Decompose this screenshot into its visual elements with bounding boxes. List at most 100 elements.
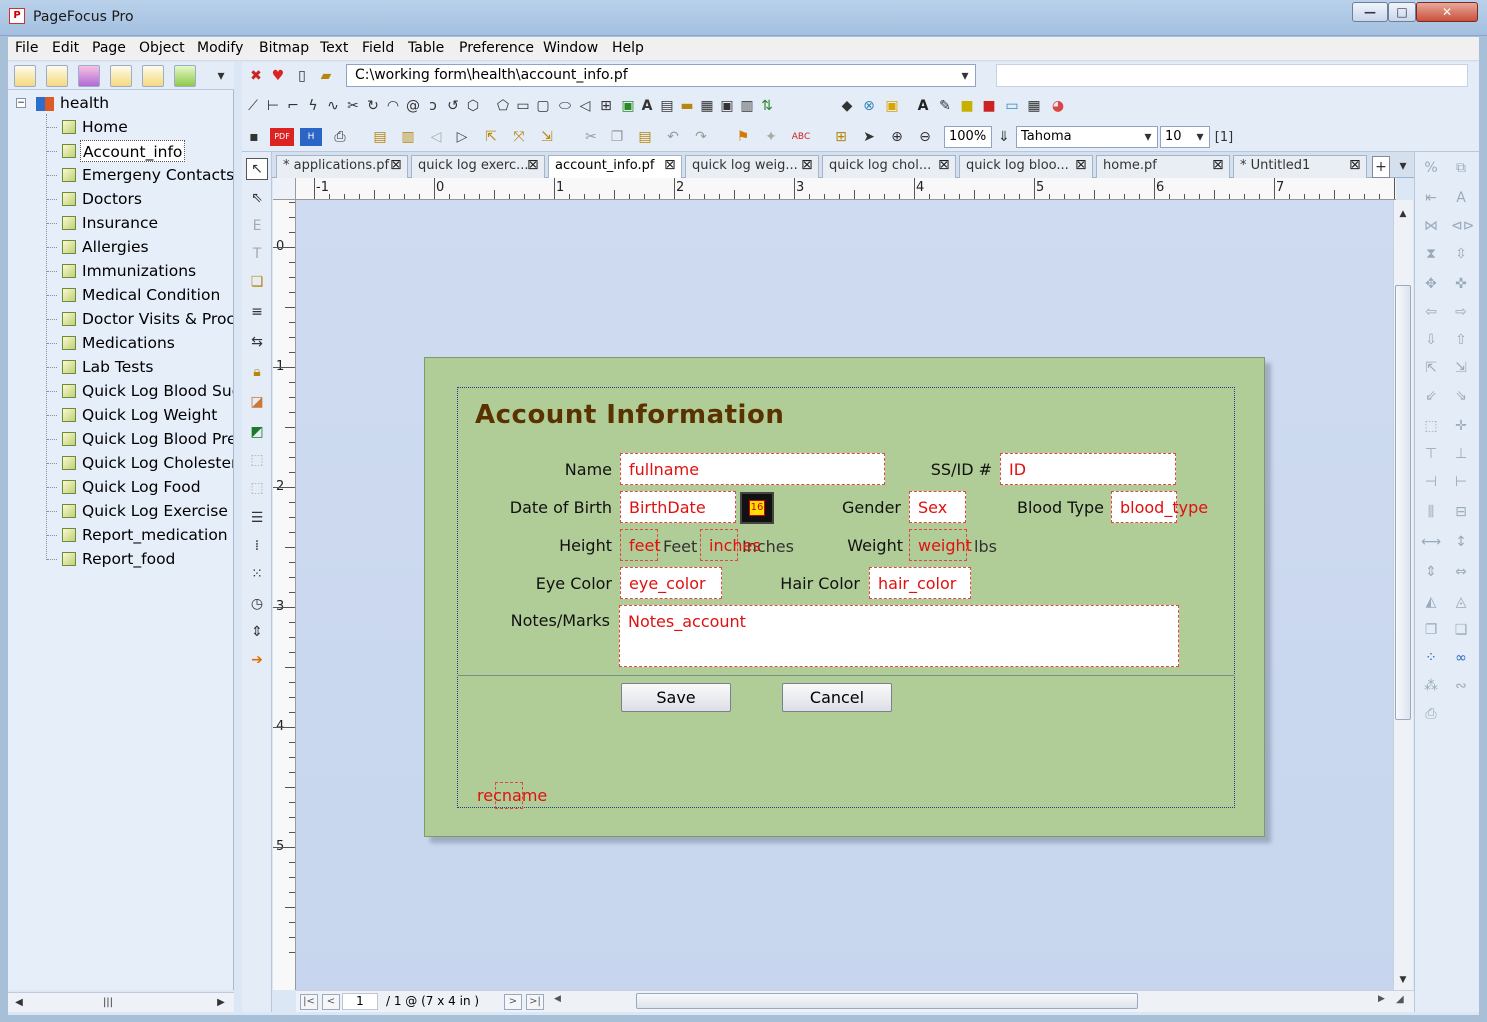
redo-icon[interactable]: ↷ xyxy=(692,127,710,147)
screen-icon[interactable]: ▦ xyxy=(1024,96,1044,116)
left-arrow-icon[interactable]: ⇦ xyxy=(1421,302,1441,322)
hair-color-field[interactable]: hair_color xyxy=(869,567,971,599)
print-icon[interactable]: ⎙ xyxy=(330,127,350,147)
highlight-icon[interactable]: ■ xyxy=(958,96,976,116)
close-icon[interactable]: ⊠ xyxy=(1212,157,1224,173)
zoom-input[interactable]: 100% xyxy=(944,126,992,148)
crop-icon[interactable]: ⬚ xyxy=(246,450,268,470)
menu-page[interactable]: Page xyxy=(92,40,126,56)
tree-item[interactable]: Report_medication xyxy=(82,524,228,546)
circle-arrow-icon[interactable]: ↺ xyxy=(444,96,462,116)
align-mid-icon[interactable]: ⊣ xyxy=(1421,472,1441,492)
page-icon[interactable]: ▤ xyxy=(370,127,390,147)
button-field-icon[interactable]: ▬ xyxy=(678,96,696,116)
tab-home[interactable]: home.pf xyxy=(1096,155,1230,178)
fill-bucket-icon[interactable]: ◆ xyxy=(838,96,856,116)
align-bottom-icon[interactable]: ⊥ xyxy=(1451,444,1471,464)
tab-quick-log-exercise[interactable]: quick log exerc... xyxy=(411,155,545,178)
notes-field[interactable]: Notes_account xyxy=(619,605,1179,667)
center-icon[interactable]: ✛ xyxy=(1451,416,1471,436)
layers-icon[interactable] xyxy=(14,65,36,87)
hourglass-icon[interactable]: ⧗ xyxy=(1421,244,1441,264)
heart-icon[interactable]: ♥ xyxy=(268,66,288,86)
menu-modify[interactable]: Modify xyxy=(197,40,243,56)
sort-icon[interactable]: ⇅ xyxy=(758,96,776,116)
step-line-icon[interactable]: ⌐ xyxy=(284,96,302,116)
layer-icon[interactable]: ◩ xyxy=(246,422,268,442)
pattern-icon[interactable]: ⊗ xyxy=(860,96,878,116)
scroll-up-icon[interactable]: ▲ xyxy=(1396,204,1410,224)
tree-item[interactable]: Immunizations xyxy=(82,260,196,282)
front-icon[interactable]: ❐ xyxy=(1421,620,1441,640)
connect-icon[interactable]: ⁘ xyxy=(1421,648,1441,668)
birthdate-field[interactable]: BirthDate xyxy=(620,491,736,523)
close-icon[interactable]: ⊠ xyxy=(801,157,813,173)
same-height-icon[interactable]: ↕ xyxy=(1451,532,1471,552)
blood-type-field[interactable]: blood_type xyxy=(1111,491,1208,523)
menu-text[interactable]: Text xyxy=(320,40,348,56)
tree-item[interactable]: Quick Log Exercise xyxy=(82,500,228,522)
tree-item[interactable]: Quick Log Cholestero xyxy=(82,452,233,474)
tab-quick-log-blood[interactable]: quick log bloo... xyxy=(959,155,1093,178)
tree-item[interactable]: Medications xyxy=(82,332,175,354)
scroll-left-icon[interactable]: ◀ xyxy=(12,993,26,1013)
new-tab-icon[interactable]: + xyxy=(1372,156,1390,178)
zoom-out-icon[interactable]: ⊖ xyxy=(916,127,934,147)
new-page-icon[interactable]: ▯ xyxy=(292,66,312,86)
undo-icon[interactable]: ↶ xyxy=(664,127,682,147)
zoom-dropdown-icon[interactable]: ⇓ xyxy=(996,127,1012,147)
scroll-down-icon[interactable]: ▼ xyxy=(1396,970,1410,990)
tree-add-icon[interactable] xyxy=(142,65,164,87)
tab-account-info[interactable]: account_info.pf xyxy=(548,155,682,179)
diamond-icon[interactable] xyxy=(78,65,100,87)
font-size-icon[interactable]: A xyxy=(1451,188,1471,208)
folder-icon[interactable] xyxy=(110,65,132,87)
close-icon[interactable]: ⊠ xyxy=(527,157,539,173)
tab-quick-log-weight[interactable]: quick log weig... xyxy=(685,155,819,178)
tree-item[interactable]: Quick Log Weight xyxy=(82,404,217,426)
wave-icon[interactable]: ∿ xyxy=(324,96,342,116)
flip-h-icon[interactable]: ⋈ xyxy=(1421,216,1441,236)
last-icon[interactable]: ⇲ xyxy=(538,127,556,147)
calendar-button[interactable]: 16 xyxy=(740,492,774,524)
eye-color-field[interactable]: eye_color xyxy=(620,567,722,599)
same-width-icon[interactable]: ⟷ xyxy=(1421,532,1441,552)
pentagon-icon[interactable]: ⬠ xyxy=(494,96,512,116)
corner-ne-icon[interactable]: ⇘ xyxy=(1451,386,1471,406)
back-icon[interactable]: ❏ xyxy=(1451,620,1471,640)
edit-text-icon[interactable]: E xyxy=(246,216,268,236)
vertical-scroll-thumb[interactable] xyxy=(1395,285,1411,720)
mirror-icon[interactable]: ◭ xyxy=(1421,592,1441,612)
path-dropdown-icon[interactable]: ▾ xyxy=(956,66,974,86)
collapse-toggle-icon[interactable]: − xyxy=(16,98,26,108)
close-button[interactable]: ✕ xyxy=(1416,2,1478,22)
feet-field[interactable]: feet xyxy=(620,529,661,561)
tab-quick-log-cholesterol[interactable]: quick log chol... xyxy=(822,155,956,178)
align-left-icon[interactable]: ⇤ xyxy=(1421,188,1441,208)
grid-icon[interactable] xyxy=(46,65,68,87)
paste-icon[interactable]: ▤ xyxy=(636,127,654,147)
table-icon[interactable]: ⊞ xyxy=(596,96,616,116)
align-grid-icon[interactable]: ⊞ xyxy=(832,127,850,147)
save-button[interactable]: Save xyxy=(621,683,731,712)
next-page-icon[interactable]: > xyxy=(504,994,522,1010)
text-icon[interactable]: A xyxy=(638,96,656,116)
curve-icon[interactable]: ↻ xyxy=(364,96,382,116)
distribute-h-icon[interactable]: ⇔ xyxy=(1451,562,1471,582)
tree-item[interactable]: Emergeny Contacts xyxy=(82,164,233,186)
rectangle-icon[interactable]: ▭ xyxy=(514,96,532,116)
cut-icon[interactable]: ✂ xyxy=(582,127,600,147)
font-select[interactable]: Tahoma xyxy=(1016,126,1158,148)
spiral-icon[interactable]: @ xyxy=(404,96,422,116)
page-number-input[interactable]: 1 xyxy=(342,993,378,1010)
line-color-icon[interactable]: ✎ xyxy=(936,96,954,116)
menu-bitmap[interactable]: Bitmap xyxy=(259,40,309,56)
fill-color-icon[interactable]: ▣ xyxy=(882,96,902,116)
search-field[interactable] xyxy=(996,64,1468,87)
tree-item[interactable]: Account_info xyxy=(80,140,186,162)
prev-icon[interactable]: ◁ xyxy=(428,127,444,147)
spin-icon[interactable]: ⇕ xyxy=(246,622,268,642)
pointer-zoom-icon[interactable]: ➤ xyxy=(860,127,878,147)
next-icon[interactable]: ▷ xyxy=(454,127,470,147)
tab-applications[interactable]: * applications.pf xyxy=(276,155,408,178)
